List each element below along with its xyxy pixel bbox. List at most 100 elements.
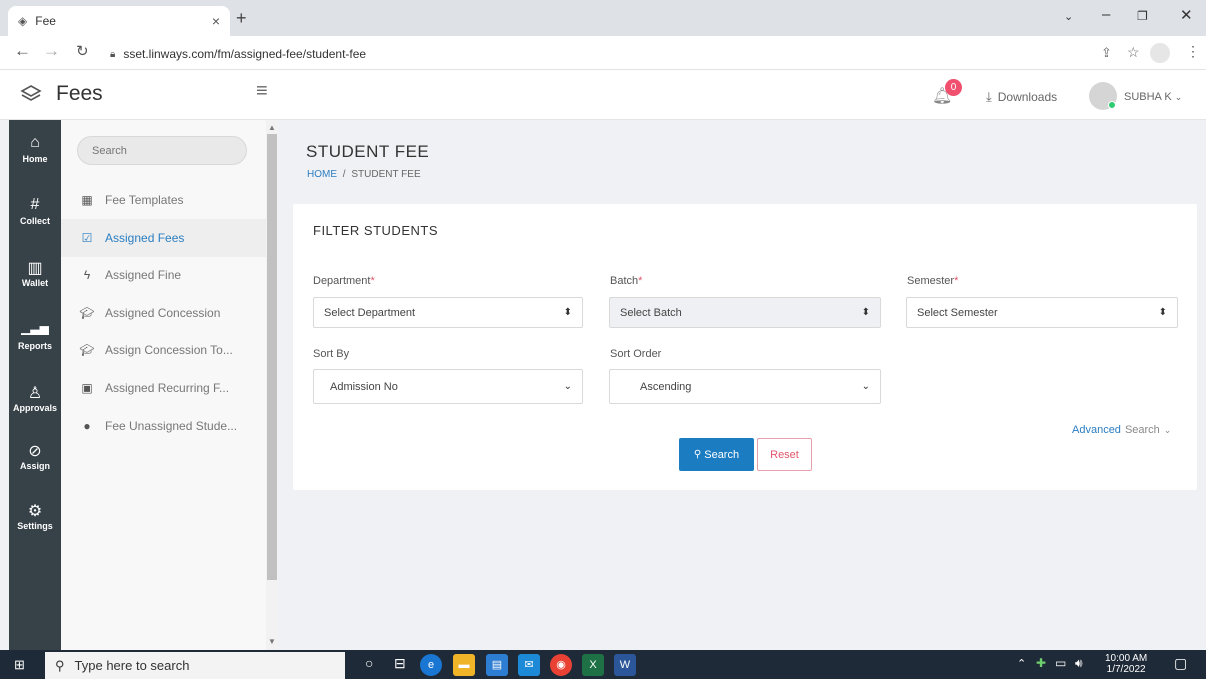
nav-reports-label: Reports — [17, 341, 52, 351]
reload-icon[interactable]: ↻ — [76, 42, 89, 60]
chevron-down-icon: ⌄ — [563, 381, 572, 392]
scroll-down-icon[interactable]: ▼ — [268, 637, 276, 646]
clock-date: 1/7/2022 — [1106, 664, 1146, 675]
semester-label: Semester* — [907, 275, 958, 287]
home-icon: ⌂ — [30, 134, 40, 151]
nav-home-label: Home — [22, 154, 48, 164]
semester-select[interactable]: Select Semester ⬍ — [906, 297, 1178, 328]
mail-icon[interactable]: ✉ — [518, 654, 540, 676]
close-window-icon[interactable]: ✕ — [1180, 6, 1193, 24]
system-clock[interactable]: 10:00 AM 1/7/2022 — [1105, 653, 1147, 675]
sidebar-item-assigned-concession[interactable]: 🎓︎ Assigned Concession — [61, 294, 266, 332]
nav-settings[interactable]: ⚙ Settings — [9, 501, 61, 531]
chevron-down-icon: ⌄ — [861, 381, 870, 392]
edge-icon[interactable]: e — [420, 654, 442, 676]
sidebar-item-label: Fee Unassigned Stude... — [105, 419, 238, 433]
nav-approvals-label: Approvals — [12, 403, 57, 413]
gear-icon: ⚙ — [27, 503, 43, 520]
required-mark: * — [638, 275, 643, 287]
breadcrumb-home[interactable]: HOME — [307, 169, 337, 180]
scroll-up-icon[interactable]: ▲ — [268, 123, 276, 132]
cortana-icon[interactable]: ○ — [365, 655, 373, 671]
sidebar-item-label: Assigned Fine — [105, 268, 182, 282]
nav-collect[interactable]: # Collect — [9, 196, 61, 226]
back-icon[interactable]: ← — [14, 41, 31, 61]
app-brand[interactable]: Fees — [20, 82, 103, 106]
task-view-icon[interactable]: ⊟ — [394, 655, 406, 672]
bookmark-star-icon[interactable]: ☆ — [1127, 44, 1140, 61]
department-select[interactable]: Select Department ⬍ — [313, 297, 583, 328]
required-mark: * — [954, 275, 959, 287]
advanced-search-toggle[interactable]: Advanced Search ⌄ — [1072, 424, 1171, 436]
department-value: Select Department — [324, 306, 416, 319]
excel-icon[interactable]: X — [582, 654, 604, 676]
new-tab-icon[interactable]: + — [236, 8, 247, 29]
chrome-icon[interactable]: ◉ — [550, 654, 572, 676]
windows-start-icon[interactable]: ⊞ — [14, 657, 25, 673]
sidebar-search-input[interactable] — [77, 136, 247, 165]
nav-reports[interactable]: ▁▃▅ Reports — [9, 321, 61, 351]
reset-button[interactable]: Reset — [757, 438, 812, 471]
sort-by-select[interactable]: Admission No ⌄ — [313, 369, 583, 404]
share-icon[interactable]: ⇪ — [1101, 45, 1112, 61]
nav-assign[interactable]: ⊘ Assign — [9, 441, 61, 471]
notification-badge: 0 — [945, 79, 962, 96]
nav-approvals[interactable]: ♙ Approvals — [9, 383, 61, 413]
sidebar-item-label: Fee Templates — [105, 193, 184, 207]
forward-icon[interactable]: → — [43, 41, 60, 61]
user-check-icon: ♙ — [27, 385, 43, 402]
network-icon[interactable]: ▭ — [1055, 656, 1066, 670]
tray-up-icon[interactable]: ⌃ — [1017, 657, 1026, 670]
url-text: sset.linways.com/fm/assigned-fee/student… — [123, 47, 367, 61]
sidebar-item-assign-concession-to[interactable]: 🎓︎ Assign Concession To... — [61, 331, 266, 369]
nav-home[interactable]: ⌂ Home — [9, 134, 61, 164]
downloads-link[interactable]: ⤓ Downloads — [986, 89, 1057, 105]
taskbar-search[interactable]: ⚲ Type here to search — [45, 652, 345, 679]
store-icon[interactable]: ▤ — [486, 654, 508, 676]
sort-by-value: Admission No — [330, 380, 398, 393]
browser-menu-icon[interactable]: ⋮ — [1186, 43, 1200, 60]
sort-arrows-icon: ⬍ — [1158, 307, 1167, 318]
user-name: SUBHA K — [1124, 91, 1172, 103]
sidebar-item-fee-unassigned[interactable]: ● Fee Unassigned Stude... — [61, 407, 266, 445]
minimize-icon[interactable]: – — [1102, 6, 1110, 23]
graduation-cap-icon: 🎓︎ — [79, 306, 95, 320]
file-explorer-icon[interactable]: ▬ — [453, 654, 475, 676]
security-icon[interactable]: ✚ — [1036, 656, 1046, 670]
restore-icon[interactable]: ❐ — [1137, 9, 1148, 23]
notification-center-icon[interactable]: ▢ — [1174, 655, 1187, 672]
breadcrumb-separator: / — [342, 169, 346, 180]
close-tab-icon[interactable]: × — [212, 13, 220, 29]
graduation-cap-icon: 🎓︎ — [79, 343, 95, 357]
sidebar-item-assigned-fine[interactable]: ϟ Assigned Fine — [61, 256, 266, 294]
search-button-label: Search — [704, 448, 740, 461]
online-status-dot — [1108, 101, 1116, 109]
sidebar-item-assigned-recurring[interactable]: ▣ Assigned Recurring F... — [61, 369, 266, 407]
scrollbar-thumb[interactable] — [267, 134, 277, 580]
sort-arrows-icon: ⬍ — [563, 307, 572, 318]
tab-search-icon[interactable]: ⌄ — [1064, 10, 1073, 23]
browser-tab[interactable]: ◈ Fee × — [8, 6, 230, 36]
batch-value: Select Batch — [620, 306, 682, 319]
checkbox-icon: ☑ — [81, 231, 93, 245]
taskbar-search-placeholder: Type here to search — [74, 658, 190, 673]
batch-select[interactable]: Select Batch ⬍ — [609, 297, 881, 328]
advanced-search-text: Search — [1124, 424, 1160, 436]
hamburger-menu-icon[interactable]: ≡ — [256, 80, 268, 103]
profile-icon[interactable] — [1150, 43, 1170, 63]
advanced-text: Advanced — [1072, 424, 1121, 436]
sidebar-item-fee-templates[interactable]: ▦ Fee Templates — [61, 181, 266, 219]
volume-icon[interactable]: 🔊︎ — [1075, 656, 1083, 671]
download-icon: ⤓ — [986, 89, 992, 104]
nav-wallet[interactable]: ▥ Wallet — [9, 258, 61, 288]
url-bar[interactable]: 🔒︎ sset.linways.com/fm/assigned-fee/stud… — [110, 42, 1165, 66]
batch-label: Batch* — [610, 275, 642, 287]
sort-order-select[interactable]: Ascending ⌄ — [609, 369, 881, 404]
word-icon[interactable]: W — [614, 654, 636, 676]
search-button[interactable]: ⚲ Search — [679, 438, 754, 471]
fees-logo-icon — [20, 85, 42, 101]
user-menu[interactable]: SUBHA K ⌄ — [1124, 91, 1182, 103]
sidebar-item-assigned-fees[interactable]: ☑ Assigned Fees — [61, 219, 266, 257]
sidebar-item-label: Assigned Fees — [105, 231, 185, 245]
check-circle-icon: ⊘ — [28, 443, 42, 460]
